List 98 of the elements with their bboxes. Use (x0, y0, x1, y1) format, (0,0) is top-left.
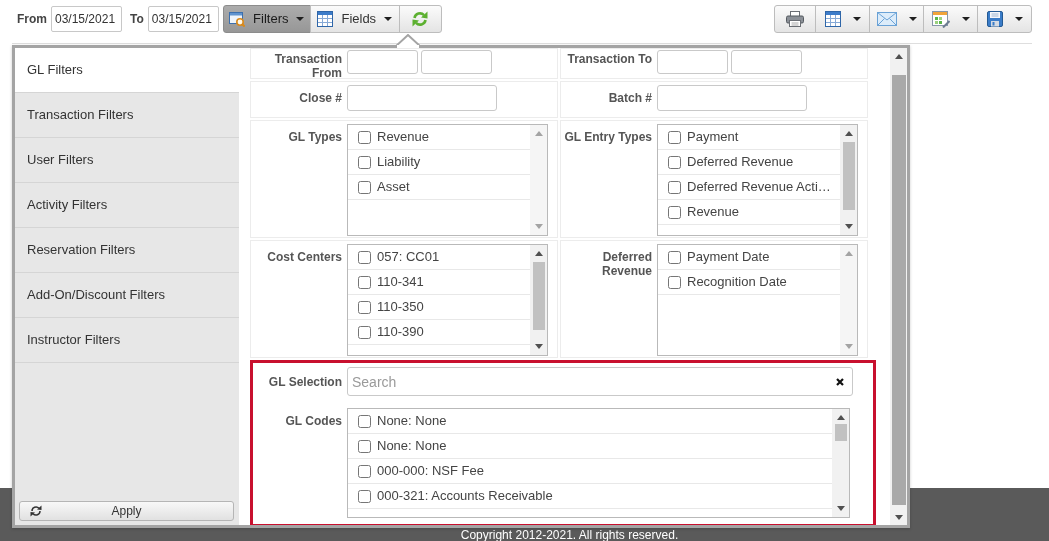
scrollbar-thumb[interactable] (834, 424, 847, 441)
text-field[interactable] (347, 85, 497, 111)
calendar-icon (931, 10, 950, 28)
caret-icon (852, 17, 861, 21)
scrollbar[interactable] (530, 245, 547, 355)
checkbox[interactable] (358, 130, 371, 144)
checkbox[interactable] (358, 414, 371, 428)
table-icon (824, 11, 841, 27)
field-label: GL Selection (267, 374, 343, 389)
calendar-menu-button[interactable] (923, 5, 978, 33)
down-arrow-icon[interactable] (836, 506, 845, 511)
option-label: 000-000: NSF Fee (377, 463, 484, 479)
field-label: Deferred Revenue (600, 249, 653, 278)
option-label: Liability (377, 154, 421, 170)
refresh-button[interactable] (398, 5, 442, 33)
text-field[interactable] (731, 50, 802, 74)
field-label: Transaction From (273, 51, 343, 80)
caret-icon (908, 17, 917, 21)
option-label: None: None (377, 413, 447, 429)
email-menu-button[interactable] (869, 5, 924, 33)
down-arrow-icon[interactable] (894, 515, 903, 520)
field-label: GL Codes (284, 413, 343, 428)
up-arrow-icon[interactable] (894, 54, 903, 59)
option-label: 057: CC01 (377, 249, 440, 265)
option-label: Payment (687, 129, 739, 145)
up-arrow-icon[interactable] (534, 251, 543, 256)
checkbox[interactable] (358, 155, 371, 169)
caret-icon (1014, 17, 1023, 21)
text-field[interactable] (347, 50, 418, 74)
caret-icon (961, 17, 970, 21)
scrollbar-thumb[interactable] (842, 142, 855, 210)
fields-button[interactable]: Fields (309, 5, 400, 33)
checkbox[interactable] (668, 250, 681, 264)
option-label: Asset (377, 179, 410, 195)
checkbox[interactable] (358, 275, 371, 289)
date-field[interactable]: 03/15/2021 (147, 6, 219, 32)
checkbox[interactable] (358, 325, 371, 339)
checkbox[interactable] (668, 205, 681, 219)
scrollbar[interactable] (840, 125, 857, 235)
search-field[interactable]: Search (347, 367, 853, 396)
up-arrow-icon[interactable] (836, 415, 845, 420)
option-label: Deferred Revenue Acti… (687, 179, 831, 195)
save-icon (986, 11, 1003, 27)
scrollbar[interactable] (890, 48, 907, 525)
refresh-icon (30, 505, 42, 517)
checkbox[interactable] (358, 464, 371, 478)
apply-button[interactable]: Apply (19, 501, 234, 521)
option-label: 110-341 (377, 274, 424, 290)
checkbox[interactable] (358, 300, 371, 314)
table-menu-button[interactable] (815, 5, 870, 33)
checkbox[interactable] (358, 489, 371, 503)
field-label: From (17, 11, 47, 28)
checkbox[interactable] (358, 439, 371, 453)
field-label: To (130, 11, 144, 28)
checkbox[interactable] (668, 180, 681, 194)
text-field[interactable] (657, 85, 807, 111)
up-arrow-icon[interactable] (844, 131, 853, 136)
text-field[interactable] (421, 50, 492, 74)
option-label: Deferred Revenue (687, 154, 794, 170)
printer-icon (786, 11, 804, 27)
date-field[interactable]: 03/15/2021 (51, 6, 122, 32)
checkbox[interactable] (668, 155, 681, 169)
envelope-icon (876, 12, 897, 26)
filters-button[interactable]: Filters (222, 5, 311, 33)
field-label: Close # (298, 90, 343, 105)
caret-icon (384, 17, 393, 21)
down-arrow-icon[interactable] (534, 344, 543, 349)
sidebar-tab[interactable]: GL Filters (15, 48, 239, 93)
field-label: GL Entry Types (563, 129, 653, 144)
print-button[interactable] (774, 5, 816, 33)
option-label: None: None (377, 438, 447, 454)
checkbox[interactable] (358, 250, 371, 264)
option-label: 110-350 (377, 299, 424, 315)
checkbox[interactable] (668, 275, 681, 289)
scrollbar[interactable] (832, 409, 849, 517)
option-label: 000-321: Accounts Receivable (377, 488, 553, 504)
text-field[interactable] (657, 50, 728, 74)
field-label: Cost Centers (266, 249, 343, 264)
scrollbar-thumb[interactable] (891, 75, 906, 505)
refresh-icon (412, 11, 429, 27)
save-menu-button[interactable] (977, 5, 1032, 33)
table-icon (317, 11, 334, 27)
option-label: Revenue (687, 204, 740, 220)
option-label: Revenue (377, 129, 430, 145)
option-label: Recognition Date (687, 274, 787, 290)
field-label: Batch # (607, 90, 653, 105)
magnifier-icon (229, 11, 246, 27)
copyright-text: Copyright 2012-2021. All rights reserved. (460, 529, 679, 541)
scrollbar-thumb[interactable] (532, 262, 545, 330)
checkbox[interactable] (668, 130, 681, 144)
down-arrow-icon[interactable] (844, 224, 853, 229)
field-label: Transaction To (566, 51, 653, 66)
checkbox[interactable] (358, 180, 371, 194)
option-label: 110-390 (377, 324, 424, 340)
field-label: GL Types (287, 129, 343, 144)
caret-icon (296, 17, 305, 21)
option-label: Payment Date (687, 249, 770, 265)
clear-icon[interactable] (836, 378, 844, 386)
